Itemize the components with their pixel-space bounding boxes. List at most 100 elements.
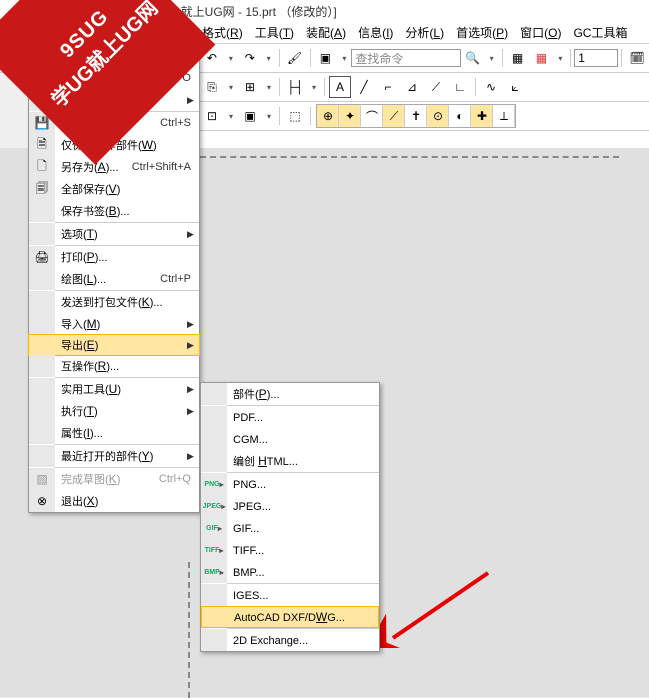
- export-menu-item-12[interactable]: IGES...: [201, 584, 379, 606]
- file-menu-item-22[interactable]: 属性(I)...: [29, 422, 199, 444]
- submenu-arrow-icon: ▶: [187, 229, 199, 240]
- menu-label: 选项(T): [55, 226, 187, 242]
- export-label: BMP...: [227, 565, 379, 579]
- grid-b-button[interactable]: ▦: [530, 47, 552, 69]
- export-menu-item-3[interactable]: CGM...: [201, 428, 379, 450]
- file-menu-item-18[interactable]: 互操作(R)...: [29, 355, 199, 377]
- export-menu-item-6[interactable]: PNG▸PNG...: [201, 473, 379, 495]
- export-menu-item-13[interactable]: AutoCAD DXF/DWG...: [201, 606, 379, 628]
- snap-diag[interactable]: ⟂: [493, 105, 515, 127]
- file-menu-item-5[interactable]: 🗎仅保存工作部件(W): [29, 134, 199, 156]
- file-menu-item-10[interactable]: 选项(T)▶: [29, 223, 199, 245]
- file-menu-item-26: ▨完成草图(K)Ctrl+Q: [29, 468, 199, 490]
- canvas-dash-vert: [188, 562, 190, 698]
- file-menu-item-1[interactable]: 📂打开(O)...Ctrl+O: [29, 67, 199, 89]
- export-menu-item-7[interactable]: JPEG▸JPEG...: [201, 495, 379, 517]
- file-menu-item-17[interactable]: 导出(E)▶: [28, 334, 200, 356]
- blank-format-icon: [201, 629, 227, 651]
- menu-label: 新建(N)...: [55, 48, 160, 64]
- redo-dropdown[interactable]: ▾: [262, 54, 276, 63]
- export-menu-item-4[interactable]: 编创 HTML...: [201, 450, 379, 472]
- file-menu-item-20[interactable]: 实用工具(U)▶: [29, 378, 199, 400]
- line-b-button[interactable]: ⌐: [377, 76, 399, 98]
- snap-mid[interactable]: ✦: [339, 105, 361, 127]
- file-menu-item-7[interactable]: 🗐全部保存(V): [29, 178, 199, 200]
- menu-label: 全部保存(V): [55, 181, 199, 197]
- snap-circ[interactable]: ⊙: [427, 105, 449, 127]
- search-button[interactable]: 🔍: [462, 47, 484, 69]
- export-menu-item-0[interactable]: 部件(P)...: [201, 383, 379, 405]
- menu-item-5[interactable]: 信息(I): [352, 22, 399, 43]
- exit-icon: ⊗: [29, 490, 55, 512]
- menu-item-6[interactable]: 分析(L): [399, 22, 450, 43]
- file-menu-item-8[interactable]: 保存书签(B)...: [29, 200, 199, 222]
- file-menu-item-27[interactable]: ⊗退出(X): [29, 490, 199, 512]
- dim-button[interactable]: ├┤: [284, 76, 306, 98]
- blank-icon: [29, 378, 55, 400]
- file-menu-item-6[interactable]: 🗋另存为(A)...Ctrl+Shift+A: [29, 156, 199, 178]
- undo-dropdown[interactable]: ▾: [224, 54, 238, 63]
- line-a-button[interactable]: ╱: [353, 76, 375, 98]
- file-menu-item-12[interactable]: 🖨打印(P)...: [29, 246, 199, 268]
- export-menu-item-9[interactable]: TIFF▸TIFF...: [201, 539, 379, 561]
- paintbrush-button[interactable]: 🖌: [284, 47, 306, 69]
- line-c-button[interactable]: ⊿: [401, 76, 423, 98]
- search-input[interactable]: 查找命令: [351, 49, 460, 67]
- export-menu-item-2[interactable]: PDF...: [201, 406, 379, 428]
- redo-button[interactable]: ↷: [239, 47, 261, 69]
- menu-shortcut: Ctrl+Shift+A: [132, 161, 199, 173]
- file-menu-item-2[interactable]: 关闭(C)▶: [29, 89, 199, 111]
- line-d-button[interactable]: ⟋: [425, 76, 447, 98]
- canvas-dash-top: [200, 156, 619, 158]
- snap-tan[interactable]: ◐: [449, 105, 471, 127]
- file-menu-item-15[interactable]: 发送到打包文件(K)...: [29, 291, 199, 313]
- snap-a[interactable]: ⊡: [201, 105, 223, 127]
- snap-ctr[interactable]: ✝: [405, 105, 427, 127]
- file-menu-item-13[interactable]: 绘图(L)...Ctrl+P: [29, 268, 199, 290]
- menu-item-2[interactable]: 格式(R): [196, 22, 249, 43]
- menu-item-7[interactable]: 首选项(P): [450, 22, 514, 43]
- curve-a-button[interactable]: ∿: [480, 76, 502, 98]
- submenu-arrow-icon: ▶: [187, 340, 199, 351]
- file-menu-item-0[interactable]: 📄新建(N)...Ctrl+N: [29, 45, 199, 67]
- snap-b[interactable]: ▣: [239, 105, 261, 127]
- snap-int[interactable]: ⌒: [361, 105, 383, 127]
- align-button[interactable]: ⊞: [239, 76, 261, 98]
- export-menu-item-10[interactable]: BMP▸BMP...: [201, 561, 379, 583]
- value-spinner[interactable]: 1: [574, 49, 618, 67]
- line-e-button[interactable]: ∟: [449, 76, 471, 98]
- blank-icon: [29, 268, 55, 290]
- menu-label: 互操作(R)...: [55, 358, 199, 374]
- snap-end[interactable]: ⟋: [383, 105, 405, 127]
- menu-item-4[interactable]: 装配(A): [300, 22, 352, 43]
- file-menu-item-21[interactable]: 执行(T)▶: [29, 400, 199, 422]
- snap-cross[interactable]: ✚: [471, 105, 493, 127]
- snap-point[interactable]: ⊕: [317, 105, 339, 127]
- file-menu-item-4[interactable]: 💾保存(S)Ctrl+S: [29, 112, 199, 134]
- menu-label: 打开(O)...: [55, 70, 159, 86]
- text-button[interactable]: A: [329, 76, 351, 98]
- menu-item-9[interactable]: GC工具箱: [567, 22, 633, 43]
- copy-button[interactable]: ⎘: [201, 76, 223, 98]
- submenu-arrow-icon: ▶: [187, 319, 199, 330]
- undo-button[interactable]: ↶: [201, 47, 223, 69]
- menu-item-8[interactable]: 窗口(O): [514, 22, 567, 43]
- file-menu-item-16[interactable]: 导入(M)▶: [29, 313, 199, 335]
- menu-item-1[interactable]: 插入(S): [144, 22, 196, 43]
- BMP-format-icon: BMP▸: [201, 561, 227, 583]
- export-menu-item-15[interactable]: 2D Exchange...: [201, 629, 379, 651]
- export-label: IGES...: [227, 588, 379, 602]
- curve-b-button[interactable]: ⟀: [504, 76, 526, 98]
- tool-button[interactable]: ▣: [315, 47, 337, 69]
- menu-item-3[interactable]: 工具(T): [249, 22, 300, 43]
- menu-item-0[interactable]: 视图(V): [92, 22, 144, 43]
- toolbar-row-2: ⎘▾ ⊞▾ ├┤▾ A ╱ ⌐ ⊿ ⟋ ∟ ∿ ⟀: [200, 73, 649, 102]
- export-label: CGM...: [227, 432, 379, 446]
- export-menu-item-8[interactable]: GIF▸GIF...: [201, 517, 379, 539]
- GIF-format-icon: GIF▸: [201, 517, 227, 539]
- snap-c[interactable]: ⬚: [284, 105, 306, 127]
- grid-a-button[interactable]: ▦: [507, 47, 529, 69]
- palette-button[interactable]: 🗓: [626, 47, 648, 69]
- menu-label: 实用工具(U): [55, 381, 187, 397]
- file-menu-item-24[interactable]: 最近打开的部件(Y)▶: [29, 445, 199, 467]
